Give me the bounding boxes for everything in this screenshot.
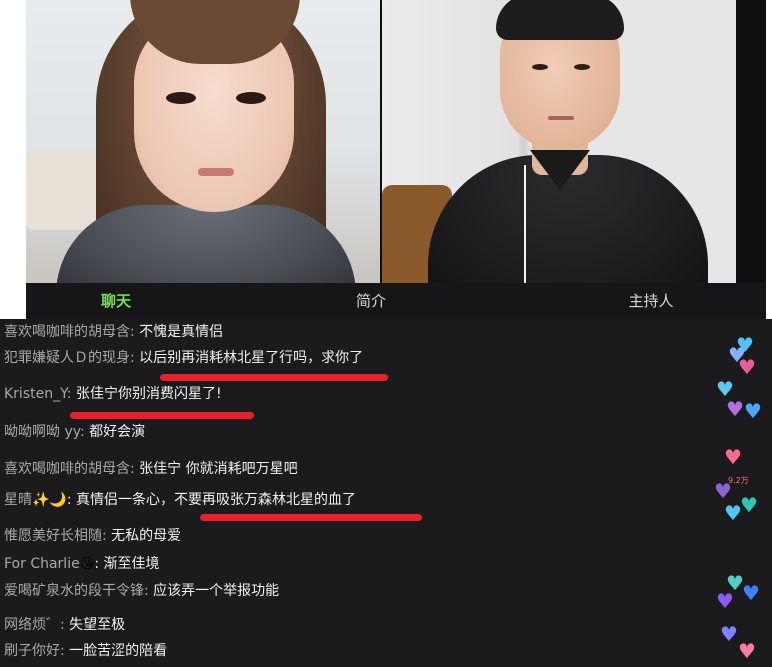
chat-username[interactable]: 网络烦゛: (4, 617, 69, 633)
chat-message: 爱喝矿泉水的段干令锋: 应该弄一个举报功能 (4, 581, 279, 601)
video-feed-right (382, 0, 736, 283)
chat-message: 网络烦゛: 失望至极 (4, 615, 125, 635)
heart-icon: ♥ (716, 377, 734, 401)
chat-text: : 渐至佳境 (94, 556, 160, 572)
tab-intro[interactable]: 简介 (206, 283, 536, 319)
chat-text: 都好会演 (89, 424, 146, 440)
chat-text: : 真情侣一条心，不要再吸张万森林北星的血了 (66, 492, 357, 508)
person-eye (532, 64, 548, 70)
heart-icon: ♥ (740, 493, 758, 517)
chat-message: 喜欢喝咖啡的胡母含: 张佳宁 你就消耗吧万星吧 (4, 459, 298, 479)
heart-icon: ♥ (726, 397, 744, 421)
heart-icon: ♥ (738, 639, 756, 663)
annotation-underline (200, 514, 422, 521)
annotation-underline (160, 374, 388, 381)
chat-panel: 喜欢喝咖啡的胡母含: 不愧是真情侣 犯罪嫌疑人Ｄ的现身: 以后别再消耗林北星了行… (0, 319, 772, 667)
heart-icon: ♥ (742, 581, 760, 605)
tab-host[interactable]: 主持人 (536, 283, 766, 319)
video-call-area (26, 0, 766, 283)
annotation-underline (70, 412, 254, 419)
heart-icon: ♥ (714, 479, 732, 503)
chat-text: 无私的母爱 (111, 528, 182, 544)
heart-icon: ♥ (716, 589, 734, 613)
person-mouth (548, 116, 574, 120)
chat-text: 以后别再消耗林北星了行吗，求你了 (139, 350, 364, 366)
chat-username[interactable]: Kristen_Y: (4, 386, 76, 402)
chat-message: 犯罪嫌疑人Ｄ的现身: 以后别再消耗林北星了行吗，求你了 (4, 348, 363, 368)
heart-icon: ♥ (744, 399, 762, 423)
chat-text: 不愧是真情侣 (139, 324, 224, 340)
chat-text: 张佳宁 你就消耗吧万星吧 (139, 461, 298, 477)
chat-text: 一脸苦涩的陪看 (69, 643, 168, 659)
chat-text: 失望至极 (69, 617, 126, 633)
tab-bar: 聊天 简介 主持人 (26, 283, 766, 319)
heart-icon: ♥ (720, 622, 738, 646)
chat-message: 星晴✨🌙: 真情侣一条心，不要再吸张万森林北星的血了 (4, 490, 356, 510)
person-mouth (198, 168, 234, 176)
chat-message: For Charlie😘: 渐至佳境 (4, 554, 159, 574)
tab-chat[interactable]: 聊天 (26, 283, 206, 319)
chat-username[interactable]: 爱喝矿泉水的段干令锋: (4, 583, 153, 599)
heart-icon: ♥ (724, 445, 742, 469)
chat-username[interactable]: 喜欢喝咖啡的胡母含: (4, 324, 139, 340)
kiss-emoji-icon: 😘 (79, 556, 95, 572)
chat-username[interactable]: For Charlie (4, 556, 80, 572)
person-eye (574, 64, 590, 70)
sparkle-moon-icon: ✨🌙 (32, 492, 67, 508)
chat-message: Kristen_Y: 张佳宁你别消费闪星了! (4, 384, 222, 404)
person-body (56, 205, 356, 283)
heart-icon: ♥ (724, 501, 742, 525)
chat-message: 喜欢喝咖啡的胡母含: 不愧是真情侣 (4, 322, 223, 342)
chat-username[interactable]: 惟愿美好长相随: (4, 528, 111, 544)
person-eye (236, 92, 266, 104)
chat-message: 惟愿美好长相随: 无私的母爱 (4, 526, 181, 546)
video-feed-left (26, 0, 380, 283)
person-hair (496, 0, 624, 40)
chat-message: 刷子你好: 一脸苦涩的陪看 (4, 641, 167, 661)
heart-icon: ♥ (738, 355, 756, 379)
chat-username[interactable]: 呦呦啊呦 yy: (4, 424, 89, 440)
person-eye (166, 92, 196, 104)
chat-username[interactable]: 刷子你好: (4, 643, 69, 659)
chat-username[interactable]: 犯罪嫌疑人Ｄ的现身: (4, 350, 139, 366)
chat-text: 张佳宁你别消费闪星了! (75, 386, 222, 402)
chat-message: 呦呦啊呦 yy: 都好会演 (4, 422, 145, 442)
chat-text: 应该弄一个举报功能 (153, 583, 280, 599)
earphone-cable (524, 165, 526, 283)
chat-username[interactable]: 喜欢喝咖啡的胡母含: (4, 461, 139, 477)
chat-username[interactable]: 星晴 (4, 492, 32, 508)
